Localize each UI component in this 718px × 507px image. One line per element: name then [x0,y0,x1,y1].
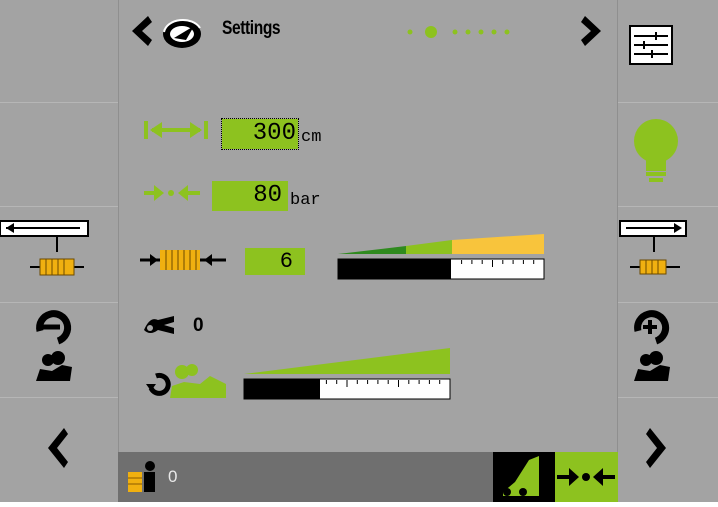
lightbulb-icon [634,119,678,182]
header-level-icon [140,250,226,270]
page-dot [407,29,413,35]
left-divider [118,0,119,502]
level-bar-fill [338,259,451,279]
working-width-icon [144,121,208,139]
width-value-field[interactable]: 300 [221,118,299,150]
rotation-gauge [243,348,451,400]
speedometer-icon [163,18,201,48]
pressure-arrows-icon [557,468,615,486]
right-softkey-next[interactable] [618,398,718,502]
spreader-icon [144,316,174,334]
page-dot [491,29,497,35]
width-unit: cm [301,128,322,147]
chevron-left-icon [48,428,68,468]
chevron-left-icon[interactable] [128,10,158,54]
gauge-segment-high [452,234,544,254]
level-gauge [337,234,545,280]
settings-screen: Settings 300 cm 80 bar 6 0 0 [0,0,718,502]
gauge-segment-low [338,246,406,254]
rotation-plus-icon [634,310,670,381]
right-softkey-rotation-plus[interactable] [618,303,718,398]
settings-sliders-icon [629,25,673,65]
chevron-right-icon[interactable] [575,10,605,54]
page-dot-active [425,26,437,38]
left-softkey-previous[interactable] [0,398,118,502]
right-softkey-light[interactable] [618,103,718,207]
page-dot [452,29,458,35]
counter-value: 0 [193,315,204,336]
rotation-bar-fill [244,379,320,399]
right-divider [617,0,618,502]
level-value-field[interactable]: 6 [245,248,305,275]
rotation-gauge-ramp [244,348,450,374]
left-softkey-1[interactable] [0,0,118,103]
boot-slope-icon [503,456,539,496]
rotation-minus-icon [36,310,72,381]
page-dot [504,29,510,35]
increase-width-icon [619,220,687,275]
left-softkey-decrease-width[interactable] [0,207,118,303]
operator-count: 0 [168,467,178,486]
gauge-segment-mid [406,240,452,254]
pressure-icon [144,185,200,201]
left-softkey-2[interactable] [0,103,118,207]
operator-icon [128,461,155,492]
page-title: Settings [222,18,281,39]
rotation-icon [146,364,226,398]
pressure-value-field[interactable]: 80 [212,181,288,211]
page-dot [465,29,471,35]
chevron-right-icon [646,428,666,468]
right-softkey-increase-width[interactable] [618,207,718,303]
left-softkey-rotation-minus[interactable] [0,303,118,398]
decrease-width-icon [0,220,89,276]
pressure-mode-button[interactable] [555,452,618,502]
page-indicator [407,26,510,38]
right-softkey-menu[interactable] [618,0,718,103]
tractor-mode-button[interactable] [493,452,555,502]
page-dot [478,29,484,35]
pressure-unit: bar [290,191,321,210]
